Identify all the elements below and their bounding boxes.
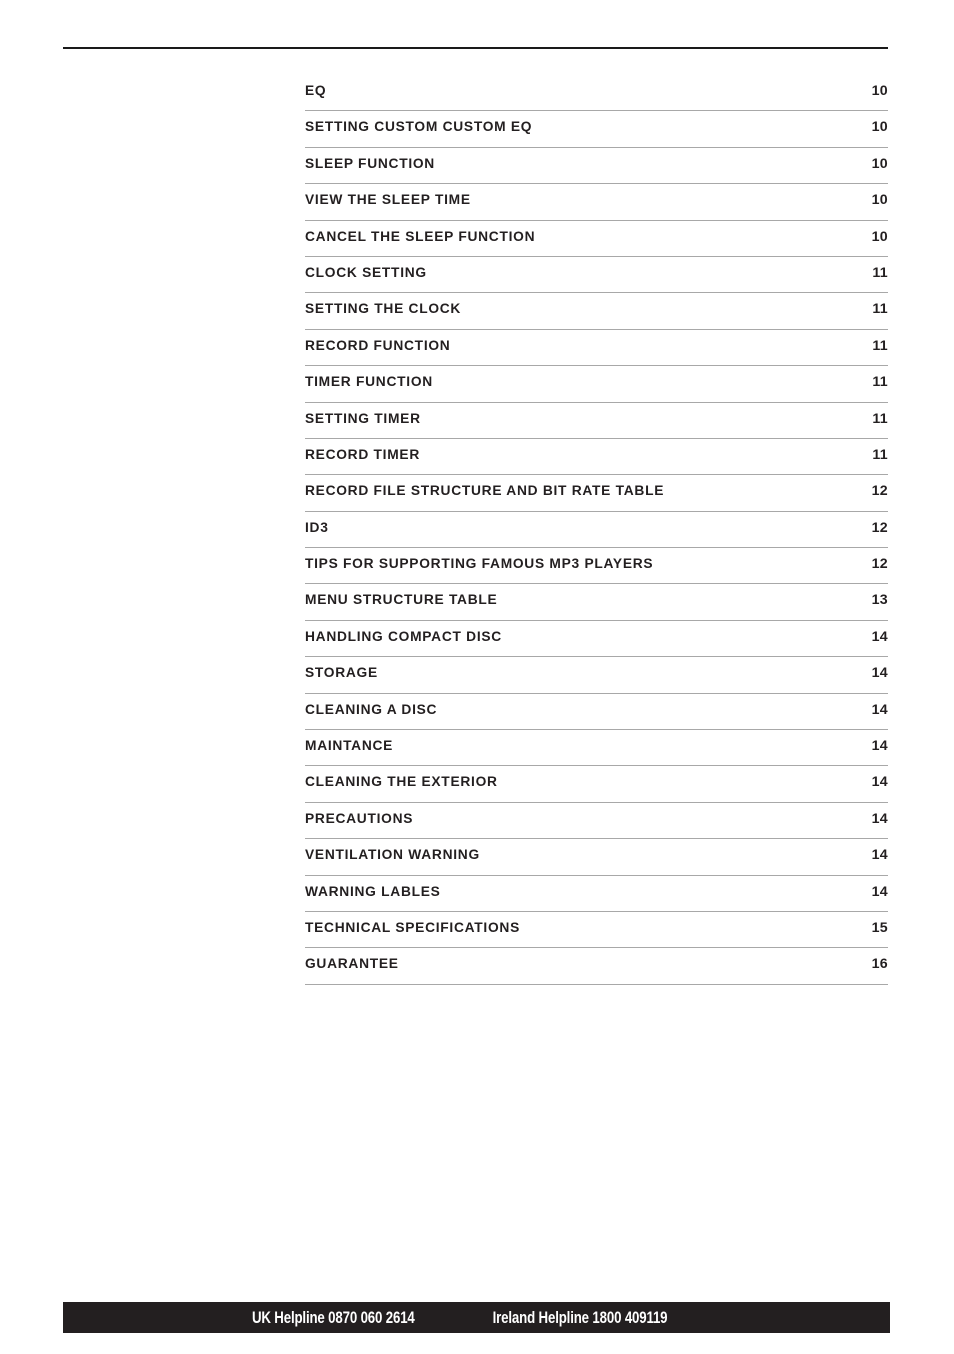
- toc-entry-page-number: 14: [871, 847, 888, 864]
- toc-entry-title: CLEANING A DISC: [305, 701, 438, 718]
- toc-entry-title: PRECAUTIONS: [305, 810, 414, 827]
- table-of-contents: EQ 10 SETTING CUSTOM CUSTOM EQ 10 SLEEP FUNC…: [305, 75, 888, 985]
- toc-entry-title: TIMER FUNCTION: [305, 374, 433, 391]
- toc-entry-title: VIEW THE SLEEP TIME: [305, 192, 471, 209]
- toc-entry-page-number: 12: [871, 483, 888, 500]
- toc-entry-title: SETTING CUSTOM CUSTOM EQ: [305, 119, 533, 136]
- toc-row[interactable]: MAINTANCE 14: [305, 730, 888, 767]
- toc-entry-title: EQ: [305, 83, 327, 99]
- toc-entry-title: TECHNICAL SPECIFICATIONS: [305, 919, 520, 936]
- toc-entry-page-number: 14: [871, 701, 888, 718]
- toc-row[interactable]: RECORD FILE STRUCTURE AND BIT RATE TABLE…: [305, 475, 888, 512]
- toc-entry-page-number: 11: [872, 337, 888, 354]
- toc-entry-page-number: 10: [871, 83, 888, 99]
- toc-entry-page-number: 11: [872, 446, 888, 463]
- toc-row[interactable]: TIMER FUNCTION 11: [305, 366, 888, 403]
- toc-entry-title: SLEEP FUNCTION: [305, 155, 435, 172]
- toc-entry-title: RECORD FILE STRUCTURE AND BIT RATE TABLE: [305, 483, 665, 500]
- toc-row[interactable]: TIPS FOR SUPPORTING FAMOUS MP3 PLAYERS 12: [305, 548, 888, 585]
- toc-entry-page-number: 14: [871, 774, 888, 791]
- toc-entry-page-number: 11: [872, 264, 888, 281]
- toc-row[interactable]: SLEEP FUNCTION 10: [305, 148, 888, 185]
- toc-row[interactable]: VENTILATION WARNING 14: [305, 839, 888, 876]
- toc-entry-title: VENTILATION WARNING: [305, 847, 480, 864]
- toc-entry-page-number: 10: [871, 228, 888, 245]
- toc-entry-title: CLEANING THE EXTERIOR: [305, 774, 498, 791]
- toc-entry-title: SETTING TIMER: [305, 410, 421, 427]
- toc-row[interactable]: SETTING THE CLOCK 11: [305, 293, 888, 330]
- toc-entry-title: WARNING LABLES: [305, 883, 441, 900]
- toc-entry-page-number: 14: [871, 738, 888, 755]
- helpline-footer-bar: UK Helpline 0870 060 2614 Ireland Helpli…: [63, 1302, 890, 1333]
- toc-row[interactable]: CLOCK SETTING 11: [305, 257, 888, 294]
- toc-entry-title: TIPS FOR SUPPORTING FAMOUS MP3 PLAYERS: [305, 556, 654, 573]
- toc-entry-page-number: 11: [872, 410, 888, 427]
- toc-row[interactable]: TECHNICAL SPECIFICATIONS 15: [305, 912, 888, 949]
- toc-row[interactable]: RECORD FUNCTION 11: [305, 330, 888, 367]
- toc-entry-title: CLOCK SETTING: [305, 264, 427, 281]
- toc-entry-title: MENU STRUCTURE TABLE: [305, 592, 498, 609]
- uk-helpline-text: UK Helpline 0870 060 2614: [252, 1307, 415, 1327]
- toc-entry-page-number: 14: [871, 628, 888, 645]
- ireland-helpline-text: Ireland Helpline 1800 409119: [492, 1307, 668, 1327]
- toc-entry-title: MAINTANCE: [305, 738, 394, 755]
- toc-entry-title: GUARANTEE: [305, 956, 399, 973]
- toc-entry-page-number: 12: [871, 519, 888, 536]
- toc-row[interactable]: STORAGE 14: [305, 657, 888, 694]
- toc-row[interactable]: VIEW THE SLEEP TIME 10: [305, 184, 888, 221]
- toc-entry-page-number: 11: [872, 301, 888, 318]
- toc-row[interactable]: MENU STRUCTURE TABLE 13: [305, 584, 888, 621]
- toc-row[interactable]: EQ 10: [305, 75, 888, 112]
- toc-entry-page-number: 14: [871, 810, 888, 827]
- toc-entry-page-number: 13: [871, 592, 888, 609]
- toc-entry-title: SETTING THE CLOCK: [305, 301, 462, 318]
- toc-entry-title: STORAGE: [305, 665, 378, 682]
- toc-row[interactable]: CLEANING THE EXTERIOR 14: [305, 766, 888, 803]
- toc-entry-title: HANDLING COMPACT DISC: [305, 628, 502, 645]
- toc-row[interactable]: SETTING TIMER 11: [305, 403, 888, 439]
- toc-entry-title: ID3: [305, 519, 329, 536]
- toc-row[interactable]: GUARANTEE 16: [305, 948, 888, 985]
- toc-row[interactable]: ID3 12: [305, 512, 888, 549]
- toc-row[interactable]: CLEANING A DISC 14: [305, 694, 888, 731]
- toc-row[interactable]: PRECAUTIONS 14: [305, 803, 888, 840]
- toc-entry-title: RECORD FUNCTION: [305, 337, 451, 354]
- toc-entry-page-number: 10: [871, 155, 888, 172]
- toc-row[interactable]: CANCEL THE SLEEP FUNCTION 10: [305, 221, 888, 257]
- toc-entry-page-number: 16: [871, 956, 888, 973]
- helpline-footer-inner: UK Helpline 0870 060 2614 Ireland Helpli…: [229, 1308, 692, 1328]
- toc-entry-page-number: 10: [871, 192, 888, 209]
- toc-entry-page-number: 10: [871, 119, 888, 136]
- toc-entry-page-number: 14: [871, 883, 888, 900]
- toc-entry-page-number: 14: [871, 665, 888, 682]
- toc-row[interactable]: HANDLING COMPACT DISC 14: [305, 621, 888, 658]
- toc-entry-page-number: 12: [871, 556, 888, 573]
- document-page: EQ 10 SETTING CUSTOM CUSTOM EQ 10 SLEEP FUNC…: [0, 0, 954, 1354]
- toc-entry-page-number: 11: [872, 374, 888, 391]
- toc-row[interactable]: WARNING LABLES 14: [305, 876, 888, 912]
- top-horizontal-rule: [63, 47, 888, 49]
- toc-row[interactable]: SETTING CUSTOM CUSTOM EQ 10: [305, 111, 888, 148]
- toc-entry-title: CANCEL THE SLEEP FUNCTION: [305, 228, 536, 245]
- toc-entry-title: RECORD TIMER: [305, 446, 421, 463]
- toc-entry-page-number: 15: [871, 919, 888, 936]
- toc-row[interactable]: RECORD TIMER 11: [305, 439, 888, 476]
